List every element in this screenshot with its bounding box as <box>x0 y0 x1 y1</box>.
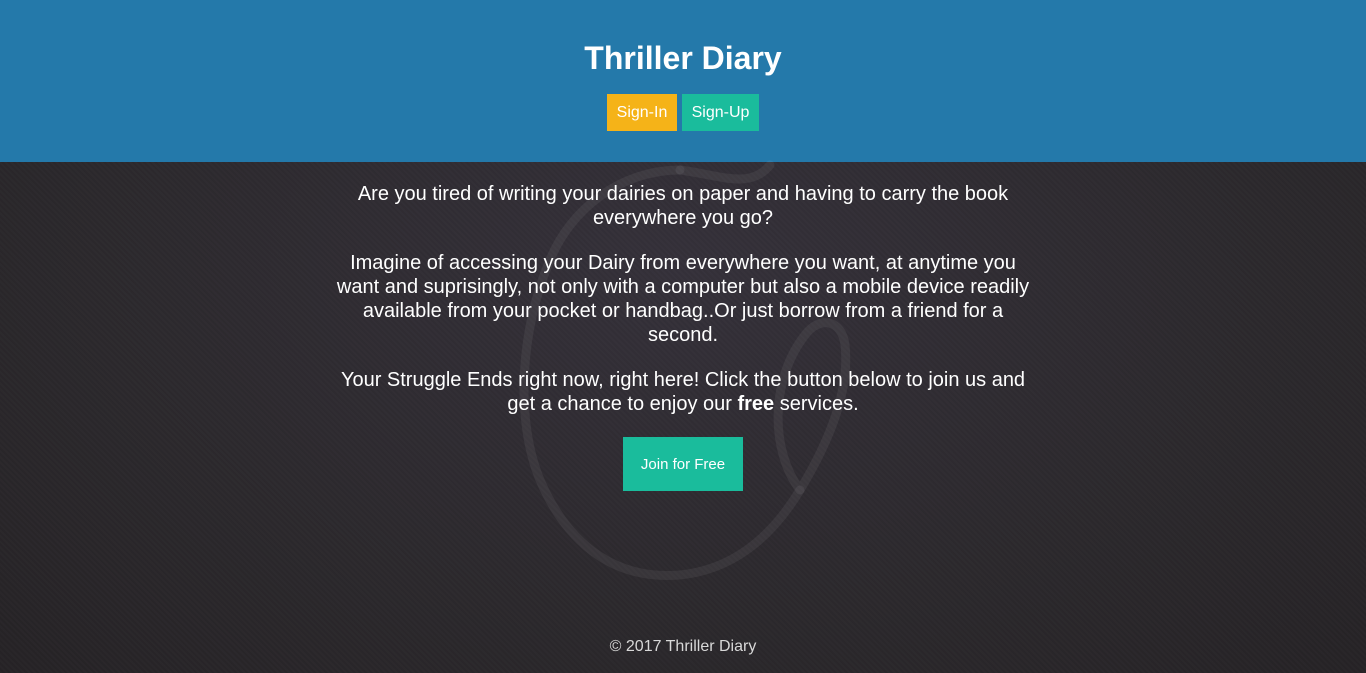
imagine-paragraph: Imagine of accessing your Dairy from eve… <box>336 252 1030 346</box>
site-title: Thriller Diary <box>584 40 782 76</box>
footer-copyright: © 2017 Thriller Diary <box>609 638 757 655</box>
auth-buttons: Sign-In Sign-Up <box>0 94 1366 131</box>
intro-paragraph: Are you tired of writing your dairies on… <box>357 183 1009 229</box>
sign-up-button[interactable]: Sign-Up <box>682 94 759 131</box>
services-text: services. <box>774 393 859 415</box>
struggle-paragraph: Your Struggle Ends right now, right here… <box>333 368 1033 416</box>
free-word: free <box>737 393 775 415</box>
main-content: Are you tired of writing your dairies on… <box>333 182 1033 437</box>
join-for-free-button[interactable]: Join for Free <box>623 437 743 491</box>
sign-in-button[interactable]: Sign-In <box>607 94 677 131</box>
site-header: Thriller Diary Sign-In Sign-Up <box>0 0 1366 162</box>
struggle-text: Your Struggle Ends right now, right here… <box>340 369 1026 415</box>
